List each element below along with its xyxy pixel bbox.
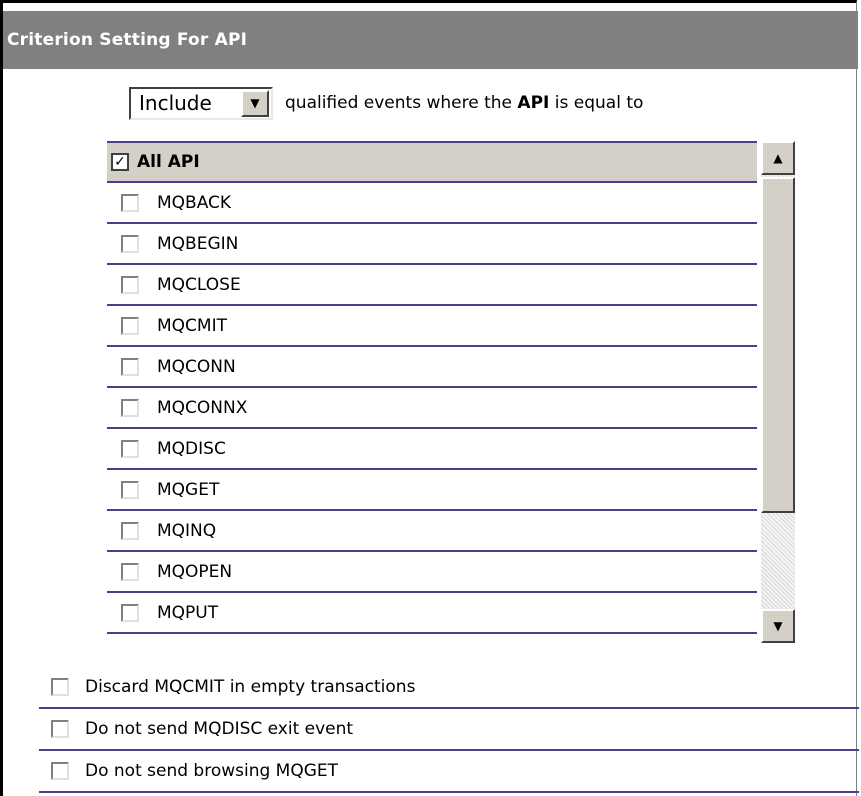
list-item[interactable]: MQDISC — [107, 429, 757, 470]
list-item[interactable]: MQINQ — [107, 511, 757, 552]
option-label: Do not send browsing MQGET — [85, 761, 339, 781]
arrow-up-icon[interactable]: ▲ — [761, 141, 795, 175]
api-label: MQCONN — [157, 356, 236, 377]
panel-title: Criterion Setting For API — [3, 11, 858, 69]
api-label: MQDISC — [157, 438, 226, 459]
api-checkbox[interactable] — [121, 234, 139, 253]
list-item[interactable]: MQOPEN — [107, 552, 757, 593]
api-checkbox[interactable] — [121, 316, 139, 335]
option-checkbox[interactable] — [51, 720, 69, 738]
filter-text-suffix: is equal to — [554, 93, 644, 113]
arrow-down-icon[interactable]: ▼ — [761, 609, 795, 643]
api-label: MQCMIT — [157, 315, 227, 336]
filter-text-bold: API — [517, 93, 550, 113]
filter-row: Include ▼ qualified events where the API… — [129, 85, 643, 121]
api-label: MQBACK — [157, 192, 232, 213]
option-row[interactable]: Discard MQCMIT in empty transactions — [39, 667, 859, 709]
api-label: MQINQ — [157, 520, 217, 541]
api-listbox: ✓ All API MQBACK MQBEGIN MQCLOSE MQCMIT MQCO… — [107, 141, 795, 643]
include-exclude-select[interactable]: Include ▼ — [129, 86, 273, 120]
list-item[interactable]: MQBEGIN — [107, 224, 757, 265]
filter-description: qualified events where the API is equal … — [285, 93, 643, 113]
list-item[interactable]: MQGET — [107, 470, 757, 511]
list-item[interactable]: MQPUT — [107, 593, 757, 634]
api-checkbox[interactable] — [121, 357, 139, 376]
options-list: Discard MQCMIT in empty transactions Do n… — [39, 667, 859, 793]
api-checkbox[interactable] — [121, 562, 139, 581]
api-label: MQPUT — [157, 602, 219, 623]
api-checkbox[interactable] — [121, 275, 139, 294]
option-label: Discard MQCMIT in empty transactions — [85, 677, 416, 697]
list-item[interactable]: MQCMIT — [107, 306, 757, 347]
option-label: Do not send MQDISC exit event — [85, 719, 354, 739]
all-api-checkbox[interactable]: ✓ — [111, 153, 129, 171]
list-item[interactable]: MQBACK — [107, 183, 757, 224]
api-label: MQOPEN — [157, 561, 233, 582]
list-scrollbar[interactable]: ▲ ▼ — [761, 141, 795, 643]
select-value: Include — [139, 91, 212, 115]
api-list: ✓ All API MQBACK MQBEGIN MQCLOSE MQCMIT MQCO… — [107, 141, 757, 634]
criterion-panel: Criterion Setting For API Include ▼ qual… — [0, 0, 859, 796]
api-label: MQCLOSE — [157, 274, 241, 295]
all-api-label: All API — [137, 152, 200, 172]
api-label: MQCONNX — [157, 397, 248, 418]
option-checkbox[interactable] — [51, 678, 69, 696]
checkmark-icon: ✓ — [114, 154, 126, 170]
api-label: MQBEGIN — [157, 233, 239, 254]
api-label: MQGET — [157, 479, 220, 500]
list-header-all-api[interactable]: ✓ All API — [107, 141, 757, 183]
filter-text-prefix: qualified events where the — [285, 93, 512, 113]
api-checkbox[interactable] — [121, 521, 139, 540]
chevron-down-icon[interactable]: ▼ — [241, 89, 269, 117]
api-checkbox[interactable] — [121, 480, 139, 499]
list-item[interactable]: MQCLOSE — [107, 265, 757, 306]
scrollbar-thumb[interactable] — [761, 177, 795, 513]
api-checkbox[interactable] — [121, 193, 139, 212]
option-checkbox[interactable] — [51, 762, 69, 780]
api-checkbox[interactable] — [121, 603, 139, 622]
list-item[interactable]: MQCONNX — [107, 388, 757, 429]
api-checkbox[interactable] — [121, 398, 139, 417]
list-item[interactable]: MQCONN — [107, 347, 757, 388]
api-checkbox[interactable] — [121, 439, 139, 458]
option-row[interactable]: Do not send browsing MQGET — [39, 751, 859, 793]
option-row[interactable]: Do not send MQDISC exit event — [39, 709, 859, 751]
